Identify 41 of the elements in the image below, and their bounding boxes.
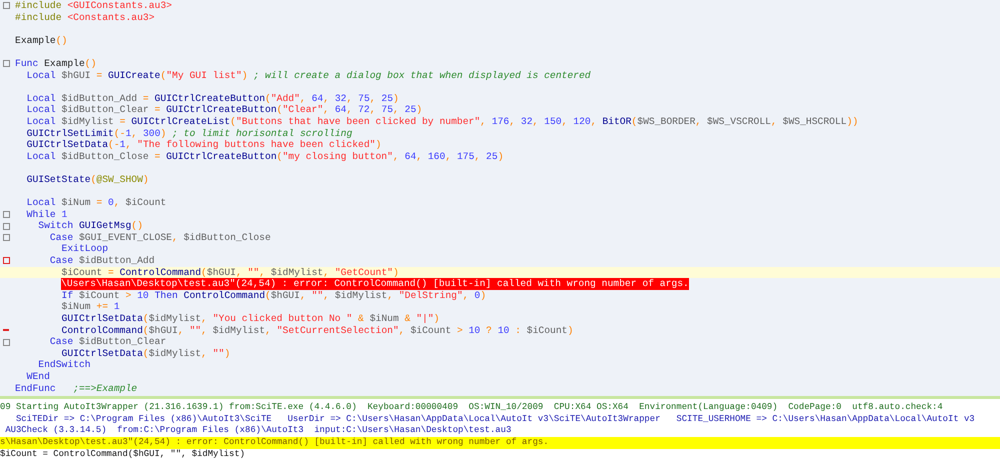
code-line: #include <Constants.au3> xyxy=(15,12,155,23)
output-line: s\Hasan\Desktop\test.au3"(24,54) : error: ControlCommand() [built-in] called with wrong number of args. xyxy=(0,437,549,448)
output-line: AU3Check (3.3.14.5) from:C:\Program Files (x86)\AutoIt3 input:C:\Users\Hasan\Desktop\test.au3 xyxy=(4,425,512,436)
code-line: EndSwitch xyxy=(37,359,91,370)
fold-marker-icon[interactable] xyxy=(2,60,10,68)
error-annotation: \Users\Hasan\Desktop\test.au3"(24,54) : error: ControlCommand() [built-in] called with wrong number of args. xyxy=(61,278,689,290)
fold-marker-icon[interactable] xyxy=(2,257,10,264)
output-line: $iCount = ControlCommand($hGUI, "", $idMylist) xyxy=(0,448,245,459)
code-line: Local $hGUI = GUICreate("My GUI list") ; will create a dialog box that when displayed is centered xyxy=(26,70,591,81)
fold-marker-icon[interactable] xyxy=(2,210,10,218)
code-line: $iCount = ControlCommand($hGUI, "", $idMylist, "GetCount") xyxy=(60,266,399,278)
code-line: GUICtrlSetData(-1, "The following buttons have been clicked") xyxy=(26,139,382,150)
code-line: $iNum += 1 xyxy=(60,301,120,312)
code-line: Local $idMylist = GUICtrlCreateList("Buttons that have been clicked by number", 176, 32, 150, 120, BitOR($WS_BORDER, $WS_VSCROLL, $WS_HSCROLL)) xyxy=(26,116,858,127)
output-line: 09 Starting AutoIt3Wrapper (21.316.1639.1) from:SciTE.exe (4.4.6.0) Keyboard:00000409 OS:WIN_10/2009 CPU:X64 OS:X64 Environment(Language:0409) CodePage:0 utf8.auto.check:4 xyxy=(0,402,943,412)
code-line: ControlCommand($hGUI, "", $idMylist, "SetCurrentSelection", $iCount > 10 ? 10 : $iCount) xyxy=(60,324,574,336)
code-line: #include <GUIConstants.au3> xyxy=(15,0,172,11)
code-line: Case $idButton_Clear xyxy=(48,336,166,348)
fold-marker-icon[interactable] xyxy=(2,2,10,10)
fold-marker-icon[interactable] xyxy=(2,338,10,346)
code-line: GUICtrlSetLimit(-1, 300) ; to limit horisontal scrolling xyxy=(26,128,352,139)
code-line: WEnd xyxy=(26,371,50,382)
code-line: Local $idButton_Add = GUICtrlCreateButton("Add", 64, 32, 75, 25) xyxy=(26,92,399,104)
code-line: ExitLoop xyxy=(60,243,108,254)
code-line: While 1 xyxy=(26,208,68,220)
code-line: Local $idButton_Close = GUICtrlCreateButton("my closing button", 64, 160, 175, 25) xyxy=(26,150,504,162)
code-line: Func Example() xyxy=(15,58,96,69)
fold-marker-icon[interactable] xyxy=(2,222,10,230)
code-line: GUISetState(@SW_SHOW) xyxy=(26,174,149,185)
code-line: Case $GUI_EVENT_CLOSE, $idButton_Close xyxy=(48,232,271,243)
code-line: Case $idButton_Add xyxy=(48,255,155,266)
fold-marker-icon[interactable] xyxy=(2,234,10,242)
code-line: GUICtrlSetData($idMylist, "") xyxy=(60,348,230,359)
code-line: If $iCount > 10 Then ControlCommand($hGUI, "", $idMylist, "DelString", 0) xyxy=(60,290,486,301)
code-line: EndFunc ;==>Example xyxy=(15,382,138,394)
code-line: Example() xyxy=(15,34,68,46)
code-line: GUICtrlSetData($idMylist, "You clicked button No " & $iNum & "|") xyxy=(60,313,440,324)
code-line: Local $idButton_Clear = GUICtrlCreateButton("Clear", 64, 72, 75, 25) xyxy=(26,104,422,116)
output-line: SciTEDir => C:\Program Files (x86)\AutoIt3\SciTE UserDir => C:\Users\Hasan\AppData\Local\AutoIt v3\SciTE\AutoIt3Wrapper SCITE_USERHOME => C:\Users\Hasan\AppData\Local\AutoIt v3 xyxy=(14,414,975,424)
code-line: Local $iNum = 0, $iCount xyxy=(26,197,166,208)
code-line: Switch GUIGetMsg() xyxy=(37,220,143,232)
